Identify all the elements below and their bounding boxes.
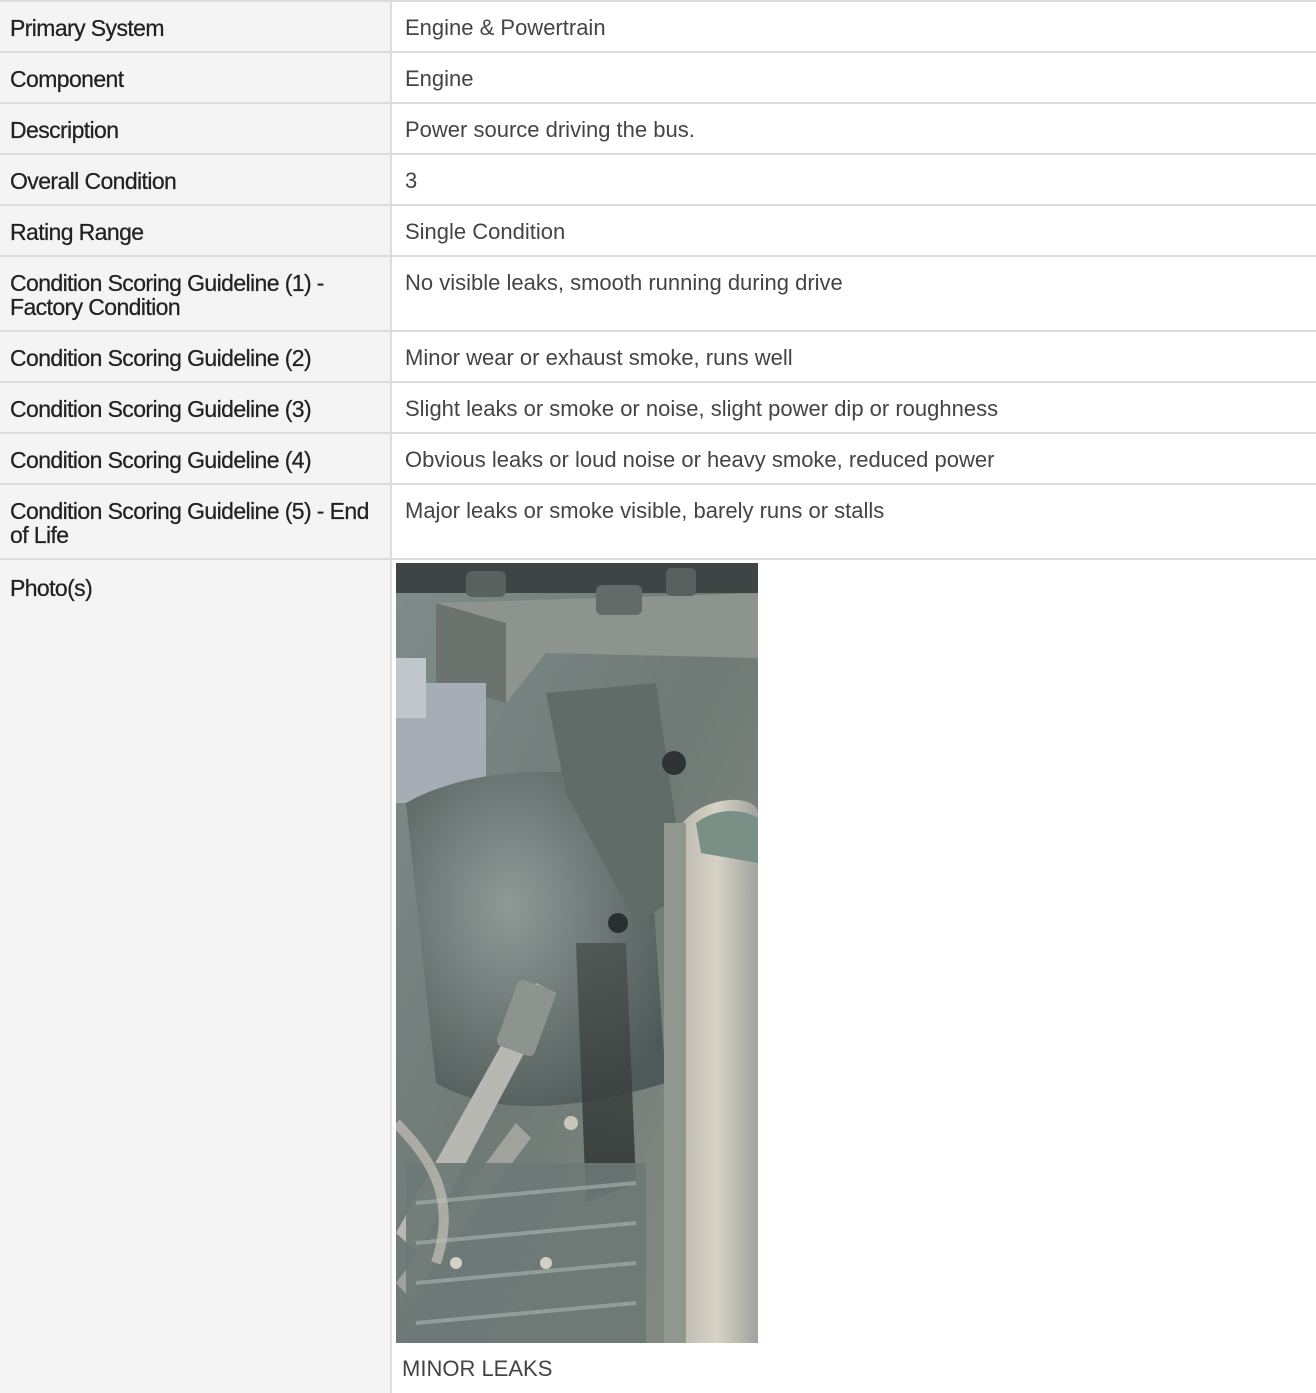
row-value: Major leaks or smoke visible, barely run… [405,498,885,523]
row-primary-system: Primary System Engine & Powertrain [0,2,1316,53]
row-label: Condition Scoring Guideline (2) [0,332,392,381]
photo-gallery: MINOR LEAKS [392,560,1316,1393]
row-label: Photo(s) [0,560,392,1393]
row-value: Engine & Powertrain [405,15,606,40]
row-guideline-2: Condition Scoring Guideline (2) Minor we… [0,332,1316,383]
row-label: Condition Scoring Guideline (5) - End of… [0,485,392,558]
row-value: Engine [405,66,474,91]
row-value: Power source driving the bus. [405,117,695,142]
row-label: Condition Scoring Guideline (1) - Factor… [0,257,392,330]
row-guideline-5: Condition Scoring Guideline (5) - End of… [0,485,1316,560]
row-label: Primary System [0,2,392,51]
row-component: Component Engine [0,53,1316,104]
inspection-detail-table: Primary System Engine & Powertrain Compo… [0,0,1316,1393]
row-guideline-1: Condition Scoring Guideline (1) - Factor… [0,257,1316,332]
row-label: Condition Scoring Guideline (3) [0,383,392,432]
engine-photo[interactable] [396,563,758,1343]
row-description: Description Power source driving the bus… [0,104,1316,155]
row-label: Description [0,104,392,153]
row-label: Overall Condition [0,155,392,204]
row-value: Minor wear or exhaust smoke, runs well [405,345,793,370]
row-guideline-3: Condition Scoring Guideline (3) Slight l… [0,383,1316,434]
row-value: No visible leaks, smooth running during … [405,270,843,295]
row-guideline-4: Condition Scoring Guideline (4) Obvious … [0,434,1316,485]
row-value: Single Condition [405,219,566,244]
row-rating-range: Rating Range Single Condition [0,206,1316,257]
row-label: Component [0,53,392,102]
row-photos: Photo(s) MINOR LEAKS [0,560,1316,1393]
photo-caption: MINOR LEAKS [402,1356,553,1381]
row-value: Obvious leaks or loud noise or heavy smo… [405,447,995,472]
row-overall-condition: Overall Condition 3 [0,155,1316,206]
row-label: Rating Range [0,206,392,255]
row-value: Slight leaks or smoke or noise, slight p… [405,396,999,421]
row-value: 3 [405,168,418,193]
row-label: Condition Scoring Guideline (4) [0,434,392,483]
